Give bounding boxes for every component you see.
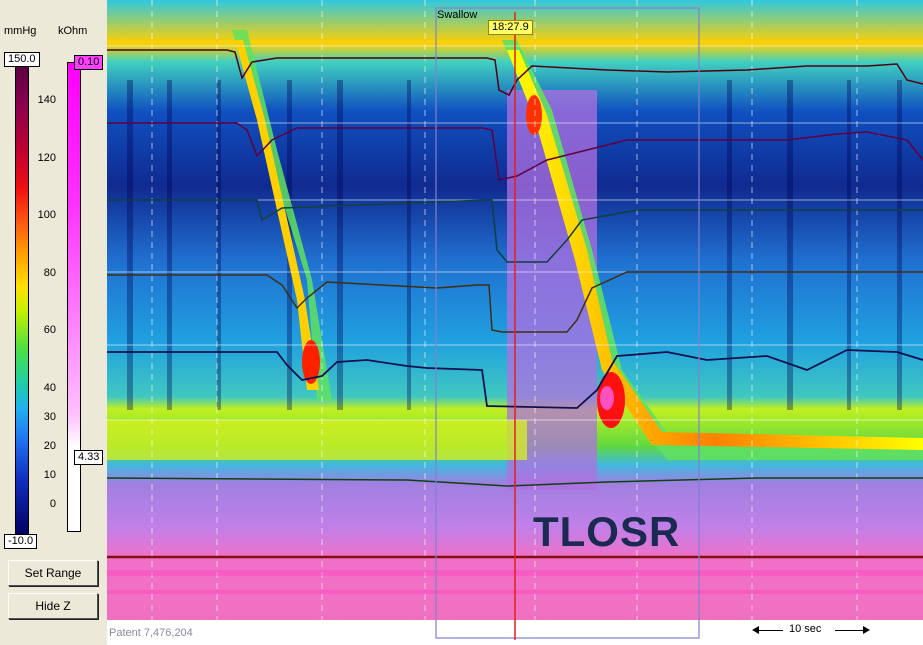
pressure-tick: 60 [43,324,56,336]
impedance-top-field[interactable]: 0.10 [74,55,104,70]
pressure-min-field[interactable]: -10.0 [4,534,38,549]
cursor-time-badge: 18:27.9 [488,20,533,35]
hide-z-button[interactable]: Hide Z [8,593,98,619]
scale-line-right [835,630,863,631]
patent-label: Patent 7,476,204 [109,627,193,639]
left-panel: mmHg kOhm 150.0 140 120 100 80 60 40 30 … [0,0,107,645]
pressure-max-field[interactable]: 150.0 [4,52,40,67]
scale-line-left [755,630,783,631]
swallow-label: Swallow [437,9,478,21]
pressure-tick: 80 [43,267,56,279]
manometry-plot[interactable]: Swallow 18:27.9 TLOSR Patent 7,476,204 1… [107,0,923,645]
time-scale-label: 10 sec [789,623,822,635]
pressure-tick: 100 [37,209,56,221]
pressure-tick: 140 [37,94,56,106]
pressure-tick: 0 [49,498,56,510]
pressure-unit-label: mmHg [4,25,37,37]
impedance-marker-field[interactable]: 4.33 [74,450,104,465]
pressure-tick: 10 [43,469,56,481]
pressure-colorbar [15,66,29,536]
pressure-tick: 20 [43,440,56,452]
set-range-button[interactable]: Set Range [8,560,98,586]
spatiotemporal-topography [107,0,923,645]
pressure-tick: 30 [43,411,56,423]
impedance-unit-label: kOhm [58,25,88,37]
tlosr-annotation: TLOSR [533,508,681,555]
pressure-tick: 40 [43,382,56,394]
pressure-tick: 120 [37,152,56,164]
scale-arrow-right-icon [863,626,870,634]
